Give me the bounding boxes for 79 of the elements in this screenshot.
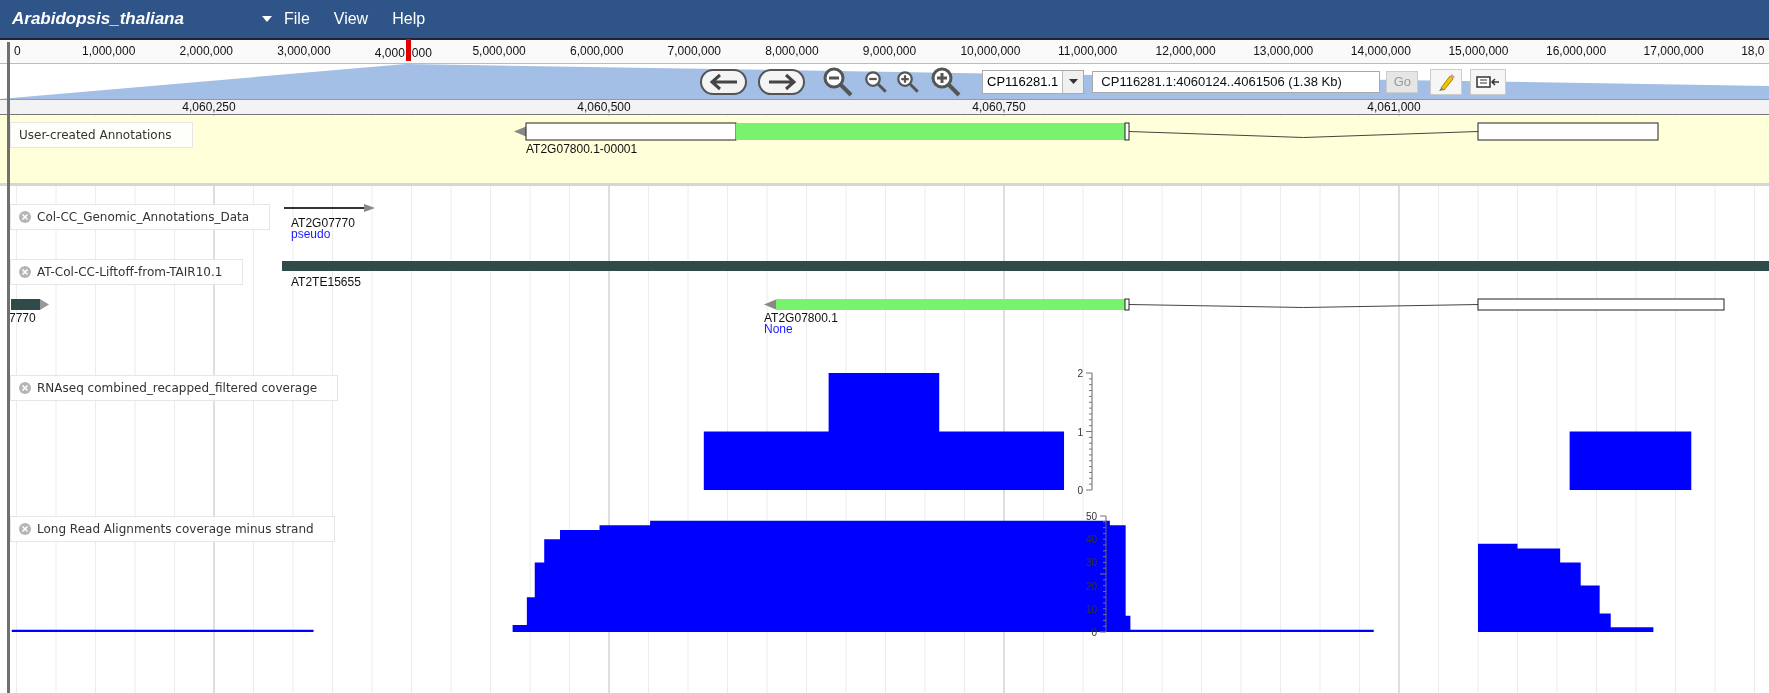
axis-tick-label: 20 <box>1085 580 1097 592</box>
track-name: AT-Col-CC-Liftoff-from-TAIR10.1 <box>37 265 223 279</box>
pan-right-button[interactable] <box>758 68 805 95</box>
zoom-out-button[interactable] <box>864 69 888 94</box>
feature-label: 7770 <box>9 311 36 325</box>
axis-tick-label: 0 <box>1091 627 1097 638</box>
ruler-label: 5,000,000 <box>472 44 526 58</box>
axis-tick-label: 50 <box>1085 511 1097 522</box>
panel-arrow-icon <box>1476 74 1501 89</box>
ruler-label: 4,060,750 <box>972 100 1026 114</box>
feature-bar[interactable] <box>11 299 49 310</box>
ruler-label: 17,000,000 <box>1643 44 1704 58</box>
location-field[interactable]: CP116281.1:4060124..4061506 (1.38 Kb) <box>1092 70 1381 93</box>
ruler-label: 1,000,000 <box>82 44 136 58</box>
zoom-out-icon <box>822 65 854 98</box>
ruler-label: 16,000,000 <box>1546 44 1607 58</box>
feature-label: AT2TE15655 <box>291 275 361 289</box>
ruler-label: 000 <box>411 45 432 60</box>
track-name: User-created Annotations <box>19 128 172 142</box>
menu-item[interactable]: File <box>284 10 310 28</box>
right-arrow-icon <box>766 72 797 91</box>
ruler-label: 10,000,000 <box>960 44 1021 58</box>
feature-label: AT2G07770 <box>291 216 355 230</box>
ruler-label: 6,000,000 <box>570 44 624 58</box>
track-label[interactable]: AT-Col-CC-Liftoff-from-TAIR10.1 <box>10 259 244 285</box>
show-panel-button[interactable] <box>1470 68 1507 95</box>
ruler-label: 4,060,250 <box>182 100 236 114</box>
feature-arrow[interactable] <box>283 204 375 212</box>
feature-label: AT2G07800.1 <box>764 311 838 325</box>
left-arrow-icon <box>708 72 739 91</box>
ruler-label: 13,000,000 <box>1253 44 1314 58</box>
track-name: Col-CC_Genomic_Annotations_Data <box>37 210 250 224</box>
position-marker[interactable] <box>405 39 411 61</box>
ruler-label: 9,000,000 <box>862 44 917 58</box>
track-name: RNAseq combined_recapped_filtered coverage <box>37 381 318 395</box>
axis-tick-label: 30 <box>1085 557 1097 569</box>
ruler-label: 2,000,000 <box>179 44 233 58</box>
ruler-label: 14,000,000 <box>1350 44 1411 58</box>
ruler-label: 4,000 <box>374 45 405 60</box>
ruler-label: 15,000,000 <box>1448 44 1509 58</box>
zoom-in-icon <box>930 65 962 98</box>
ruler-label: 4,061,000 <box>1367 100 1421 114</box>
track-label[interactable]: Col-CC_Genomic_Annotations_Data <box>10 204 271 230</box>
ruler-label: 7,000,000 <box>667 44 721 58</box>
zoom-out-button[interactable] <box>822 65 854 98</box>
zoom-in-icon <box>896 69 920 94</box>
track-label[interactable]: Long Read Alignments coverage minus strand <box>10 516 335 542</box>
sequence-dropdown[interactable]: CP116281.1 <box>982 69 1085 94</box>
ruler-label: 12,000,000 <box>1155 44 1216 58</box>
menu-item[interactable]: Help <box>392 10 426 28</box>
ruler-label: 8,000,000 <box>765 44 819 58</box>
track-label[interactable]: User-created Annotations <box>10 122 193 148</box>
feature-type-label: pseudo <box>291 227 331 241</box>
ruler-label: 4,060,500 <box>577 100 631 114</box>
gene-model[interactable] <box>764 298 1725 311</box>
axis-tick-label: 2 <box>1077 368 1083 379</box>
axis-tick-label: 1 <box>1077 426 1083 438</box>
organism-title: Arabidopsis_thaliana <box>12 9 185 29</box>
feature-label: AT2G07800.1-00001 <box>526 142 638 156</box>
track-name: Long Read Alignments coverage minus strand <box>37 522 314 536</box>
pan-left-button[interactable] <box>700 68 747 95</box>
track-label[interactable]: RNAseq combined_recapped_filtered coverage <box>10 375 339 401</box>
highlight-button[interactable] <box>1430 68 1463 95</box>
overview-ruler[interactable]: 0 1,000,000 2,000,000 3,000,000 4,000 000 5,000,000 6,000,000 7,000,000 8,000,000 9,000,000 10,000,000 11,000,000 12,000,000 13,000,000 14,000,000 15,000,000 16,000,000 17,000,000 18,0 <box>0 40 1769 64</box>
menu-item[interactable]: View <box>333 10 369 28</box>
axis-tick-label: 10 <box>1085 603 1097 615</box>
zoom-in-button[interactable] <box>930 65 962 98</box>
ruler-label: 11,000,000 <box>1058 44 1118 58</box>
axis-tick-label: 0 <box>1077 485 1083 496</box>
zoom-out-icon <box>864 69 888 94</box>
caret-icon <box>1068 79 1078 84</box>
feature-type-label: None <box>764 322 793 336</box>
ruler-label: 3,000,000 <box>277 44 331 58</box>
ruler-label: 18,0 <box>1741 44 1765 58</box>
zoom-in-button[interactable] <box>896 69 920 94</box>
gene-model[interactable] <box>514 122 1659 141</box>
caret-icon[interactable] <box>262 16 272 22</box>
axis-tick-label: 40 <box>1085 534 1097 546</box>
ruler-label: 0 <box>14 44 21 58</box>
